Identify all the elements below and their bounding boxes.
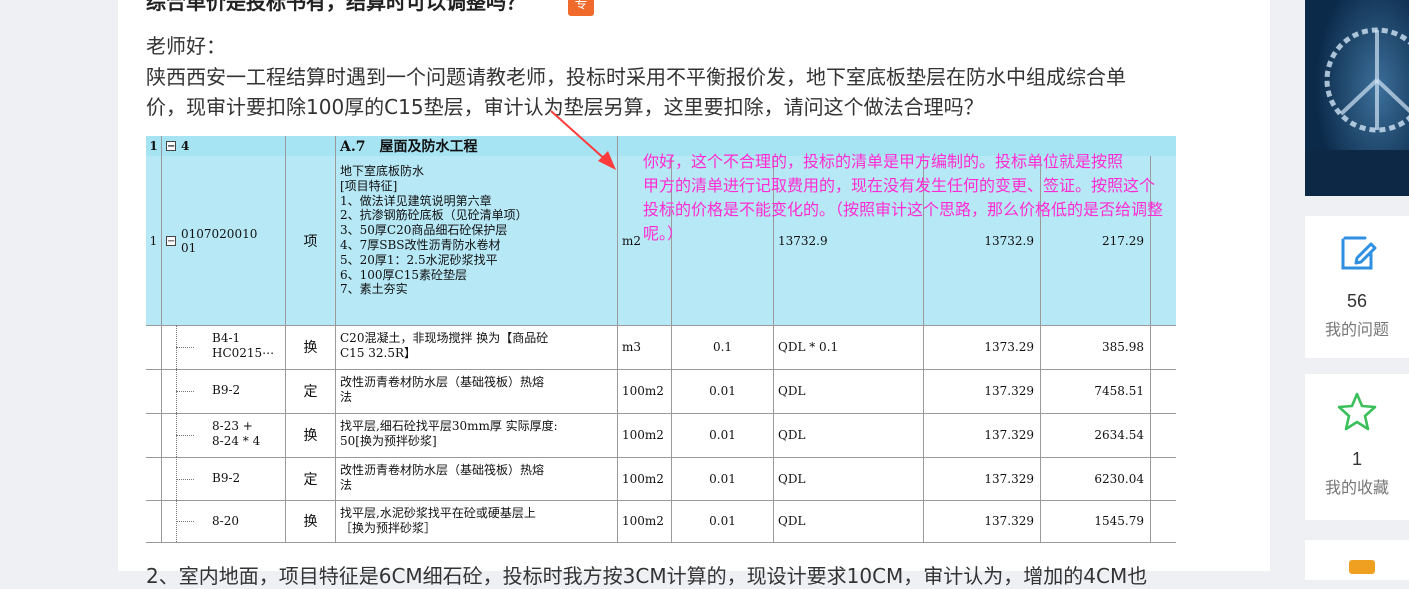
factor-cell: 0.01	[672, 369, 774, 413]
unit-cell: 100m2	[618, 457, 672, 500]
collapse-icon[interactable]: −	[166, 235, 176, 246]
type-cell: 换	[286, 500, 336, 542]
questions-count: 56	[1346, 291, 1368, 311]
seq-cell: 1	[146, 136, 162, 156]
my-favorites-card[interactable]: 1 我的收藏	[1305, 374, 1409, 520]
code-line: 01	[181, 240, 197, 255]
price-cell: 385.98	[1041, 325, 1151, 369]
table-row: B4-1 HC0215⋯ 换 C20混凝土，非现场搅拌 换为【商品砼 C15 32.5R…	[146, 325, 1176, 370]
desc-cell: 找平层,细石砼找平层30mm厚 实际厚度: 50[换为预拌砂浆]	[336, 413, 618, 457]
qty-cell: 1373.29	[924, 325, 1041, 369]
code-line: 8-20	[212, 514, 239, 528]
type-cell: 项	[286, 156, 336, 325]
code-line: 0107020010	[181, 226, 258, 241]
desc-line: 改性沥青卷材防水层（基础筏板）热熔	[340, 463, 545, 477]
qty-cell: 137.329	[924, 500, 1041, 542]
question-line-3: 2、室内地面，项目特征是6CM细石砼，投标时我方按3CM计算的，现设计要求10C…	[146, 564, 1148, 588]
desc-cell: 改性沥青卷材防水层（基础筏板）热熔法	[336, 369, 618, 413]
expr-cell: QDL	[774, 413, 924, 457]
banner-image[interactable]	[1305, 0, 1409, 196]
gift-icon	[1349, 560, 1375, 574]
section-name: A.7 屋面及防水工程	[336, 136, 618, 156]
table-row: B9-2 定改性沥青卷材防水层（基础筏板）热熔法 100m2 0.01 QDL 137.3…	[146, 457, 1176, 501]
expr-cell: QDL	[774, 500, 924, 542]
question-title[interactable]: 综合单价是投标书有，结算时可以调整吗？	[146, 0, 526, 15]
expr-cell: QDL	[774, 369, 924, 413]
type-cell: 换	[286, 413, 336, 457]
price-cell: 2634.54	[1041, 413, 1151, 457]
code-line: B9-2	[212, 383, 241, 397]
desc-cell: C20混凝土，非现场搅拌 换为【商品砼 C15 32.5R】	[336, 325, 618, 369]
factor-cell: 0.01	[672, 500, 774, 542]
factor-cell: 0.1	[672, 325, 774, 369]
desc-line: 50[换为预拌砂浆]	[340, 434, 437, 448]
desc-cell: 地下室底板防水 [项目特征] 1、做法详见建筑说明第六章 2、抗渗钢筋砼底板（见…	[336, 156, 618, 325]
code-line: 8-24 * 4	[212, 434, 261, 448]
unit-cell: 100m2	[618, 500, 672, 542]
question-line-2: 价，现审计要扣除100厚的C15垫层，审计认为垫层另算，这里要扣除，请问这个做法…	[146, 95, 984, 119]
expert-tag: 专	[568, 0, 594, 16]
table-row: 8-23 +8-24 * 4 换找平层,细石砼找平层30mm厚 实际厚度: 50[换…	[146, 413, 1176, 458]
desc-line: ［换为预拌砂浆］	[340, 521, 437, 535]
expr-cell: QDL * 0.1	[774, 325, 924, 369]
price-cell: 6230.04	[1041, 457, 1151, 500]
qty-cell: 137.329	[924, 369, 1041, 413]
code-line: HC0215⋯	[212, 346, 275, 360]
price-cell: 7458.51	[1041, 369, 1151, 413]
expr-cell: QDL	[774, 457, 924, 500]
qty-cell: 137.329	[924, 413, 1041, 457]
factor-cell: 0.01	[672, 457, 774, 500]
type-cell: 换	[286, 325, 336, 369]
desc-cell: 找平层,水泥砂浆找平在砼或硬基层上 ［换为预拌砂浆］	[336, 500, 618, 542]
desc-line: 法	[340, 478, 353, 492]
question-greeting: 老师好：	[146, 34, 226, 58]
desc-line: 找平层,细石砼找平层30mm厚 实际厚度:	[340, 419, 558, 433]
factor-cell: 0.01	[672, 413, 774, 457]
desc-line: 找平层,水泥砂浆找平在砼或硬基层上	[340, 506, 536, 520]
unit-cell: m3	[618, 325, 672, 369]
teacher-annotation: 你好，这个不合理的，投标的清单是甲方编制的。投标单位就是按照 甲方的清单进行记取费…	[643, 152, 1164, 243]
questions-label: 我的问题	[1324, 322, 1389, 339]
favorites-count: 1	[1351, 449, 1362, 469]
code-line: 8-23 +	[212, 419, 253, 433]
table-row: B9-2 定改性沥青卷材防水层（基础筏板）热熔法 100m2 0.01 QDL 137.3…	[146, 369, 1176, 414]
seq-cell: 1	[146, 156, 162, 325]
type-cell: 定	[286, 369, 336, 413]
collapse-icon[interactable]: −	[166, 141, 176, 152]
my-questions-card[interactable]: 56 我的问题	[1305, 216, 1409, 358]
code-cell: 4	[181, 139, 190, 153]
qty-cell: 137.329	[924, 457, 1041, 500]
desc-line: 改性沥青卷材防水层（基础筏板）热熔	[340, 375, 545, 389]
table-row: 8-20 换找平层,水泥砂浆找平在砼或硬基层上 ［换为预拌砂浆］ 100m2 0.01 Q…	[146, 500, 1176, 543]
code-line: B4-1	[212, 331, 241, 345]
desc-line: 法	[340, 390, 353, 404]
code-line: B9-2	[212, 471, 241, 485]
type-cell: 定	[286, 457, 336, 500]
star-icon	[1305, 390, 1409, 439]
unit-cell: 100m2	[618, 413, 672, 457]
unit-cell: 100m2	[618, 369, 672, 413]
desc-cell: 改性沥青卷材防水层（基础筏板）热熔法	[336, 457, 618, 500]
desc-line: C20混凝土，非现场搅拌 换为【商品砼	[340, 331, 549, 345]
price-cell: 1545.79	[1041, 500, 1151, 542]
desc-line: C15 32.5R】	[340, 346, 417, 360]
question-line-1: 陕西西安一工程结算时遇到一个问题请教老师，投标时采用不平衡报价发，地下室底板垫层…	[146, 65, 1126, 89]
sidebar-card-partial[interactable]	[1305, 540, 1409, 580]
edit-icon	[1305, 232, 1409, 281]
favorites-label: 我的收藏	[1324, 480, 1389, 497]
